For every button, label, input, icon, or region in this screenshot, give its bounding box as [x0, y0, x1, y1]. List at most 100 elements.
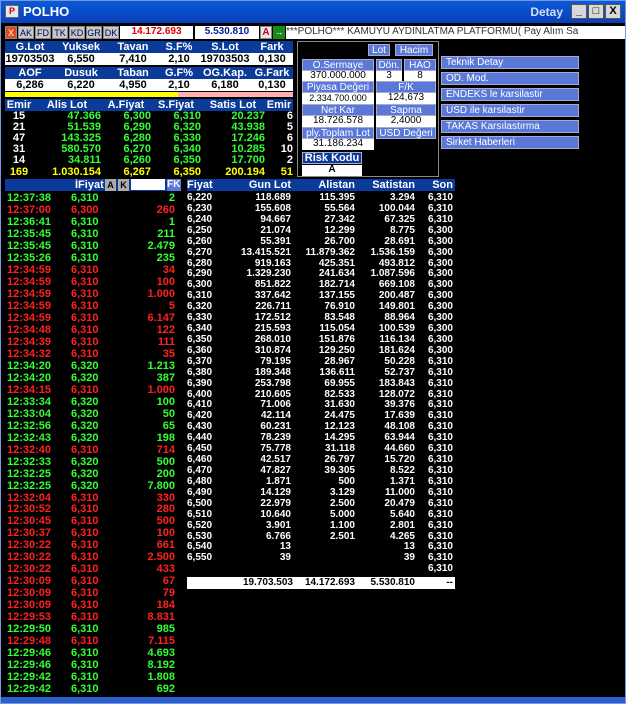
depth-row[interactable]: 6,440 78.239 14.295 63.944 6,310 [187, 432, 455, 443]
maximize-button[interactable]: □ [588, 4, 604, 19]
depth-row[interactable]: 6,360 310.874 129.250 181.624 6,300 [187, 345, 455, 356]
trade-row[interactable]: 12:34:59 6,310 6.147 [5, 312, 181, 324]
arrow-right-icon[interactable]: → [273, 26, 285, 39]
depth-row[interactable]: 6,520 3.901 1.100 2.801 6,310 [187, 520, 455, 531]
trade-row[interactable]: 12:35:45 6,310 211 [5, 228, 181, 240]
menu-item[interactable]: USD ile karsilastir [441, 104, 579, 117]
depth-row[interactable]: 6,500 22.979 2.500 20.479 6,310 [187, 498, 455, 509]
depth-row[interactable]: 6,550 39 39 6,310 [187, 552, 455, 563]
depth-row[interactable]: 6,430 60.231 12.123 48.108 6,310 [187, 421, 455, 432]
depth-row[interactable]: 6,420 42.114 24.475 17.639 6,310 [187, 410, 455, 421]
trade-row[interactable]: 12:30:52 6,310 280 [5, 503, 181, 515]
depth-row[interactable]: 6,370 79.195 28.967 50.228 6,310 [187, 356, 455, 367]
minimize-button[interactable]: _ [571, 4, 587, 19]
tab-tk[interactable]: TK [52, 26, 68, 39]
depth-row[interactable]: 6,350 268.010 151.876 116.134 6,300 [187, 334, 455, 345]
trade-row[interactable]: 12:34:20 6,320 1.213 [5, 360, 181, 372]
sort-a-button[interactable]: A [105, 179, 116, 191]
menu-item[interactable]: TAKAS Karsılastırma [441, 120, 579, 133]
trade-row[interactable]: 12:30:37 6,310 100 [5, 527, 181, 539]
tab-ak[interactable]: AK [18, 26, 34, 39]
a-button[interactable]: A [260, 26, 272, 39]
trade-row[interactable]: 12:30:22 6,310 661 [5, 539, 181, 551]
trade-row[interactable]: 12:34:59 6,310 100 [5, 276, 181, 288]
depth-row[interactable]: 6,490 14.129 3.129 11.000 6,310 [187, 487, 455, 498]
trade-row[interactable]: 12:30:09 6,310 67 [5, 575, 181, 587]
depth-row[interactable]: 6,300 851.822 182.714 669.108 6,300 [187, 279, 455, 290]
depth-row[interactable]: 6,400 210.605 82.533 128.072 6,310 [187, 389, 455, 400]
menu-item[interactable]: OD. Mod. [441, 72, 579, 85]
usd-degeri-button[interactable]: USD Değeri [376, 127, 436, 139]
trade-row[interactable]: 12:34:59 6,310 34 [5, 264, 181, 276]
depth-row[interactable]: 6,540 13 13 6,310 [187, 541, 455, 552]
depth-row[interactable]: 6,460 42.517 26.797 15.720 6,310 [187, 454, 455, 465]
tab-kd[interactable]: KD [69, 26, 85, 39]
depth-row[interactable]: 6,390 253.798 69.955 183.843 6,310 [187, 378, 455, 389]
depth-row[interactable]: 6,510 10.640 5.000 5.640 6,310 [187, 509, 455, 520]
trade-row[interactable]: 12:29:53 6,310 8.831 [5, 611, 181, 623]
depth-row[interactable]: 6,410 71.006 31.630 39.376 6,310 [187, 399, 455, 410]
order-row[interactable]: 14 34.811 6,260 6,350 17.700 2 [5, 155, 293, 166]
hacim-button[interactable]: Hacim [395, 44, 433, 56]
menu-item[interactable]: Sirket Haberleri [441, 136, 579, 149]
trade-row[interactable]: 12:34:15 6,310 1.000 [5, 384, 181, 396]
trade-row[interactable]: 12:32:04 6,310 330 [5, 492, 181, 504]
depth-row[interactable]: 6,470 47.827 39.305 8.522 6,310 [187, 465, 455, 476]
trade-row[interactable]: 12:33:34 6,320 100 [5, 396, 181, 408]
trades-list[interactable]: İFiyat A K FK 12:37:38 6,310 2 12:37:00 6,300 260… [5, 179, 183, 699]
depth-row[interactable]: 6,310 337.642 137.155 200.487 6,300 [187, 290, 455, 301]
trade-row[interactable]: 12:37:38 6,310 2 [5, 192, 181, 204]
depth-row[interactable]: 6,480 1.871 500 1.371 6,310 [187, 476, 455, 487]
trade-row[interactable]: 12:34:32 6,310 35 [5, 348, 181, 360]
depth-row[interactable]: 6,320 226.711 76.910 149.801 6,300 [187, 301, 455, 312]
trade-row[interactable]: 12:34:59 6,310 1.000 [5, 288, 181, 300]
sort-k-button[interactable]: K [118, 179, 129, 191]
depth-row[interactable]: 6,230 155.608 55.564 100.044 6,310 [187, 203, 455, 214]
trade-row[interactable]: 12:30:09 6,310 79 [5, 587, 181, 599]
trade-row[interactable]: 12:30:09 6,310 184 [5, 599, 181, 611]
depth-row[interactable]: 6,530 6.766 2.501 4.265 6,310 [187, 531, 455, 542]
trade-row[interactable]: 12:34:59 6,310 5 [5, 300, 181, 312]
lot-button[interactable]: Lot [368, 44, 390, 56]
news-ticker[interactable]: ***POLHO*** KAMUYU AYDINLATMA PLATFORMU(… [286, 26, 625, 39]
trade-row[interactable]: 12:29:42 6,310 692 [5, 683, 181, 695]
trade-row[interactable]: 12:30:22 6,310 2.500 [5, 551, 181, 563]
depth-row[interactable]: 6,290 1.329.230 241.634 1.087.596 6,300 [187, 268, 455, 279]
depth-row[interactable]: 6,270 13.415.521 11.879.362 1.536.159 6,300 [187, 247, 455, 258]
trade-row[interactable]: 12:32:33 6,320 500 [5, 456, 181, 468]
trade-row[interactable]: 12:33:04 6,320 50 [5, 408, 181, 420]
trade-row[interactable]: 12:34:39 6,310 111 [5, 336, 181, 348]
trade-row[interactable]: 12:35:45 6,310 2.479 [5, 240, 181, 252]
menu-item[interactable]: Teknik Detay [441, 56, 579, 69]
depth-row[interactable]: 6,250 21.074 12.299 8.775 6,300 [187, 225, 455, 236]
trade-row[interactable]: 12:32:56 6,320 65 [5, 420, 181, 432]
trade-row[interactable]: 12:37:00 6,300 260 [5, 204, 181, 216]
depth-row[interactable]: 6,240 94.667 27.342 67.325 6,310 [187, 214, 455, 225]
trade-row[interactable]: 12:29:46 6,310 8.192 [5, 659, 181, 671]
depth-row[interactable]: 6,280 919.163 425.351 493.812 6,300 [187, 258, 455, 269]
depth-row[interactable]: 6,340 215.593 115.054 100.539 6,300 [187, 323, 455, 334]
trade-row[interactable]: 12:29:50 6,310 985 [5, 623, 181, 635]
trade-row[interactable]: 12:34:20 6,320 387 [5, 372, 181, 384]
trade-row[interactable]: 12:34:48 6,310 122 [5, 324, 181, 336]
depth-row[interactable]: 6,330 172.512 83.548 88.964 6,300 [187, 312, 455, 323]
trade-row[interactable]: 12:32:25 6,320 7.800 [5, 480, 181, 492]
filter-input[interactable] [131, 179, 165, 190]
trade-row[interactable]: 12:32:43 6,320 198 [5, 432, 181, 444]
depth-row[interactable]: 6,450 75.778 31.118 44.660 6,310 [187, 443, 455, 454]
trade-row[interactable]: 12:36:41 6,310 1 [5, 216, 181, 228]
depth-row[interactable]: 6,260 55.391 26.700 28.691 6,300 [187, 236, 455, 247]
trade-row[interactable]: 12:29:48 6,310 7.115 [5, 635, 181, 647]
price-depth-table[interactable]: Fiyat Gun Lot Alistan Satistan Son 6,220 118.6… [187, 179, 455, 591]
trade-row[interactable]: 12:32:25 6,320 200 [5, 468, 181, 480]
trade-row[interactable]: 12:29:46 6,310 4.693 [5, 647, 181, 659]
trade-row[interactable]: 12:30:22 6,310 433 [5, 563, 181, 575]
trade-row[interactable]: 12:29:42 6,310 1.808 [5, 671, 181, 683]
tab-gr[interactable]: GR [86, 26, 102, 39]
trade-row[interactable]: 12:35:26 6,310 235 [5, 252, 181, 264]
depth-row[interactable]: 6,220 118.689 115.395 3.294 6,310 [187, 192, 455, 203]
menu-item[interactable]: ENDEKS le karsilastir [441, 88, 579, 101]
depth-row[interactable]: 6,380 189.348 136.611 52.737 6,310 [187, 367, 455, 378]
tab-fd[interactable]: FD [35, 26, 51, 39]
close-button[interactable]: X [605, 4, 621, 19]
